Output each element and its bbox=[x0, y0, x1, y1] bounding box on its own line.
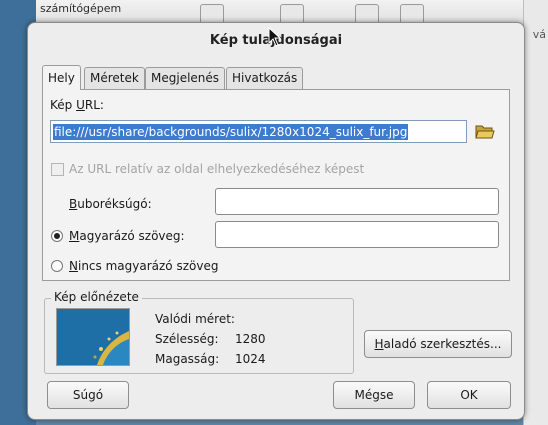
image-preview-group: Kép előnézete Valódi méret: Szélesség: 1… bbox=[44, 290, 354, 374]
open-folder-icon[interactable] bbox=[475, 123, 495, 141]
tab-location[interactable]: Hely bbox=[42, 65, 81, 90]
background-tool-icon bbox=[355, 4, 379, 24]
ok-button[interactable]: OK bbox=[427, 381, 511, 409]
background-app-title: számítógépem bbox=[40, 2, 122, 15]
background-tool-icon bbox=[280, 4, 304, 24]
background-tool-icon bbox=[400, 4, 424, 24]
relative-url-checkbox[interactable] bbox=[51, 163, 64, 176]
image-thumbnail bbox=[56, 308, 130, 366]
image-preview-legend: Kép előnézete bbox=[51, 290, 142, 304]
background-tool-icon bbox=[200, 4, 224, 24]
tab-link[interactable]: Hivatkozás bbox=[226, 67, 304, 89]
image-properties-dialog: Kép tulajdonságai Hely Méretek Megjelené… bbox=[27, 22, 525, 420]
alt-text-label: Magyarázó szöveg: bbox=[69, 229, 185, 243]
background-side-text: vá bbox=[532, 28, 546, 41]
tab-appearance[interactable]: Megjelenés bbox=[145, 67, 226, 89]
height-value: 1024 bbox=[235, 352, 266, 366]
alt-text-radio[interactable] bbox=[51, 230, 63, 242]
help-button[interactable]: Súgó bbox=[47, 381, 129, 409]
height-label: Magasság: bbox=[155, 352, 220, 366]
no-alt-text-label: Nincs magyarázó szöveg bbox=[69, 259, 219, 273]
width-value: 1280 bbox=[235, 332, 266, 346]
cancel-button[interactable]: Mégse bbox=[333, 381, 415, 409]
advanced-edit-button[interactable]: Haladó szerkesztés... bbox=[364, 330, 512, 358]
actual-size-label: Valódi méret: bbox=[155, 312, 235, 326]
no-alt-text-radio[interactable] bbox=[51, 260, 63, 272]
tab-dimensions[interactable]: Méretek bbox=[84, 67, 145, 89]
image-url-input[interactable]: file:///usr/share/backgrounds/sulix/1280… bbox=[50, 120, 467, 143]
background-panel bbox=[523, 0, 548, 425]
location-panel: Kép URL: file:///usr/share/backgrounds/s… bbox=[42, 89, 510, 281]
tooltip-input[interactable] bbox=[215, 188, 499, 215]
relative-url-label: Az URL relatív az oldal elhelyezkedéséhe… bbox=[69, 162, 365, 176]
width-label: Szélesség: bbox=[155, 332, 219, 346]
mouse-cursor-icon bbox=[268, 27, 282, 47]
image-url-value: file:///usr/share/backgrounds/sulix/1280… bbox=[53, 124, 409, 140]
alt-text-input[interactable] bbox=[215, 221, 499, 248]
image-url-label: Kép URL: bbox=[50, 98, 104, 112]
tooltip-label: Buboréksúgó: bbox=[69, 197, 152, 211]
